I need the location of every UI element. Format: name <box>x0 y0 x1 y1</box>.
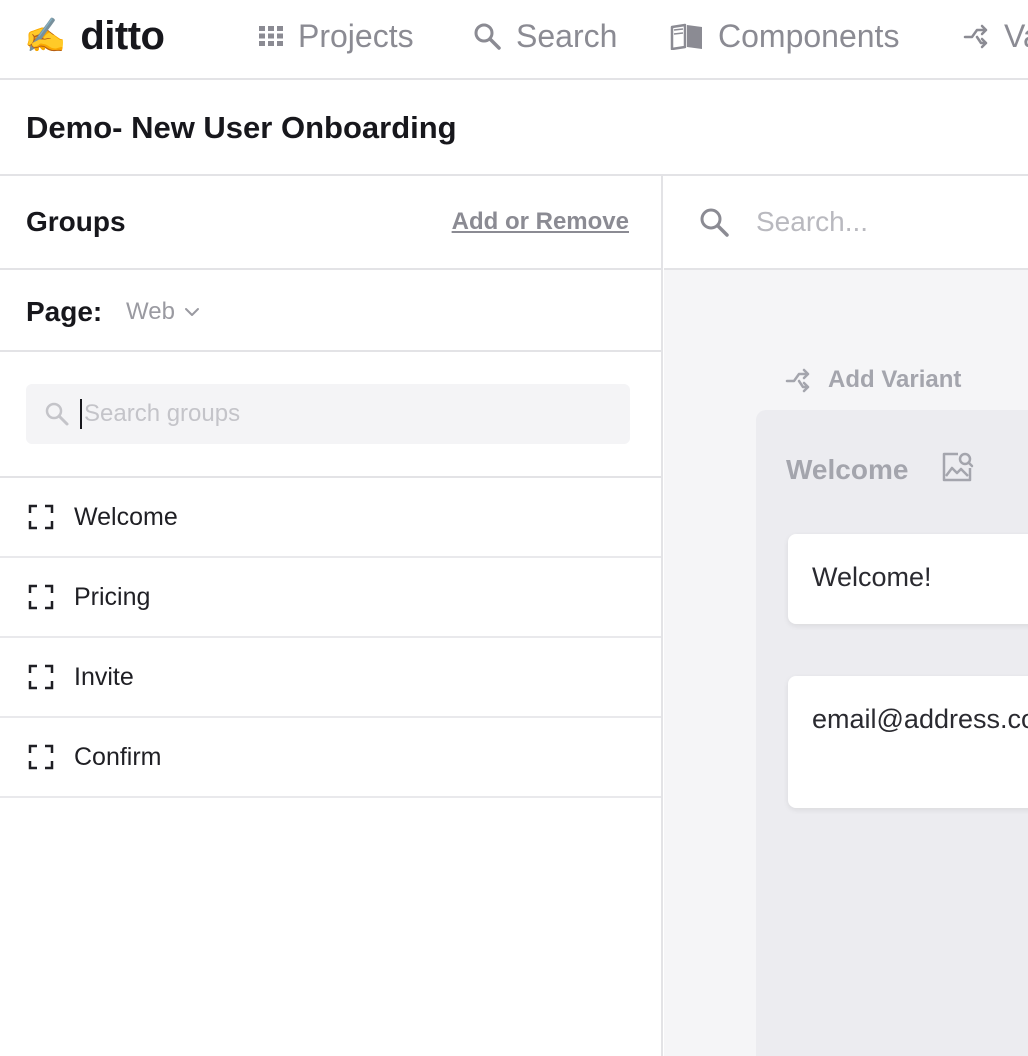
group-list: Welcome Pricing Invite Confirm <box>0 478 661 798</box>
text-item-email[interactable]: email@address.com <box>788 676 1028 808</box>
group-item-invite[interactable]: Invite <box>0 638 661 718</box>
group-item-welcome[interactable]: Welcome <box>0 478 661 558</box>
group-item-label: Invite <box>74 662 134 691</box>
group-item-label: Welcome <box>74 502 178 531</box>
add-variant-button[interactable]: Add Variant <box>784 366 961 394</box>
image-search-icon[interactable] <box>940 450 974 484</box>
group-search-input[interactable] <box>80 399 600 429</box>
group-item-label: Confirm <box>74 742 162 771</box>
variant-icon <box>785 368 810 393</box>
group-search-section <box>0 352 661 478</box>
groups-title: Groups <box>26 206 126 237</box>
groups-panel: Groups Add or Remove Page: Web Welcome <box>0 176 663 1056</box>
chevron-down-icon <box>184 308 199 316</box>
nav-components[interactable]: Components <box>670 16 899 56</box>
page-selector-row: Page: Web <box>0 270 661 352</box>
search-icon <box>474 23 501 50</box>
group-item-label: Pricing <box>74 582 151 611</box>
project-header: Demo- New User Onboarding <box>0 80 1028 176</box>
grid-icon <box>259 26 283 46</box>
variant-icon <box>963 24 988 49</box>
canvas-search-input[interactable] <box>756 206 1016 238</box>
page-label: Page: <box>26 296 103 327</box>
nav-variants-label: Va <box>1004 17 1028 54</box>
canvas-panel: Add Variant Welcome Welcome! email@addre… <box>664 176 1028 1056</box>
search-icon <box>700 208 729 237</box>
nav-projects-label: Projects <box>298 17 414 54</box>
nav-search[interactable]: Search <box>472 16 617 56</box>
group-card-title: Welcome <box>786 454 909 485</box>
search-icon <box>45 402 69 426</box>
frame-icon <box>28 664 54 690</box>
group-item-pricing[interactable]: Pricing <box>0 558 661 638</box>
add-variant-label: Add Variant <box>828 366 962 393</box>
ditto-logo[interactable]: ✍️ ditto <box>24 10 165 62</box>
nav-components-label: Components <box>718 17 900 54</box>
nav-search-label: Search <box>516 17 618 54</box>
add-or-remove-link[interactable]: Add or Remove <box>452 208 629 236</box>
nav-projects[interactable]: Projects <box>258 16 414 56</box>
canvas-search-bar[interactable] <box>664 176 1028 270</box>
project-title: Demo- New User Onboarding <box>26 110 457 145</box>
page-dropdown-value: Web <box>126 298 175 325</box>
top-navigation: ✍️ ditto Projects Search Components V <box>0 0 1028 80</box>
frame-icon <box>28 744 54 770</box>
logo-text: ditto <box>80 13 165 58</box>
writing-hand-icon: ✍️ <box>24 17 67 55</box>
frame-icon <box>28 504 54 530</box>
group-card-welcome: Welcome Welcome! email@address.com <box>756 410 1028 1056</box>
page-dropdown[interactable]: Web <box>126 298 201 326</box>
groups-header: Groups Add or Remove <box>0 176 661 270</box>
group-search-box[interactable] <box>26 384 630 444</box>
nav-variants[interactable]: Va <box>962 16 1028 56</box>
group-item-confirm[interactable]: Confirm <box>0 718 661 798</box>
text-item-welcome[interactable]: Welcome! <box>788 534 1028 624</box>
frame-icon <box>28 584 54 610</box>
book-icon <box>670 23 702 50</box>
